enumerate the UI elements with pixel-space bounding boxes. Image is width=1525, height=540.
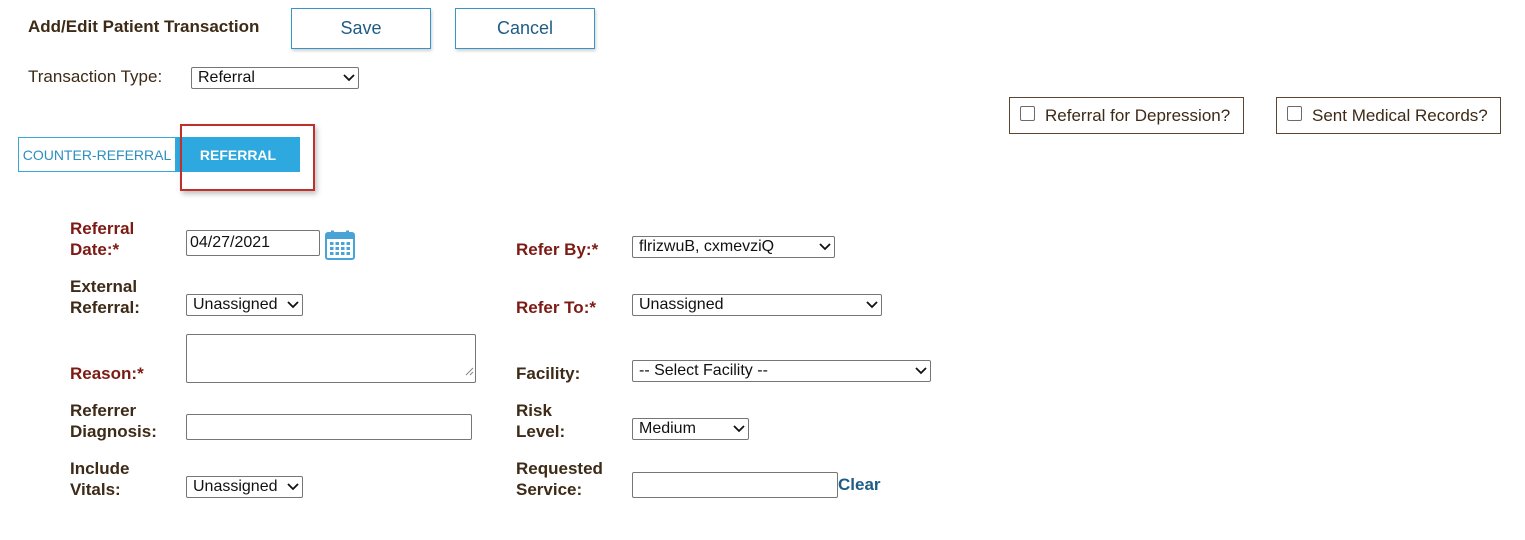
refer-to-value: Unassigned bbox=[639, 296, 724, 313]
transaction-type-value: Referral bbox=[198, 69, 255, 86]
include-vitals-value: Unassigned bbox=[193, 478, 278, 495]
facility-label: Facility: bbox=[516, 364, 581, 383]
sent-medical-records-label: Sent Medical Records? bbox=[1312, 105, 1488, 125]
requested-service-label: Requested Service: bbox=[516, 459, 603, 499]
transaction-type-select[interactable]: Referral bbox=[191, 67, 359, 89]
chevron-down-icon bbox=[284, 295, 302, 315]
referral-date-label: Referral Date:* bbox=[70, 219, 135, 259]
external-referral-select[interactable]: Unassigned bbox=[186, 294, 303, 316]
calendar-icon[interactable] bbox=[325, 230, 355, 260]
external-referral-label: External Referral: bbox=[70, 277, 140, 317]
referral-depression-checkbox[interactable] bbox=[1020, 106, 1035, 121]
tab-highlight-box bbox=[180, 124, 315, 191]
facility-select[interactable]: -- Select Facility -- bbox=[632, 360, 931, 382]
clear-link[interactable]: Clear bbox=[838, 475, 881, 495]
referral-depression-label: Referral for Depression? bbox=[1045, 105, 1231, 125]
external-referral-value: Unassigned bbox=[193, 296, 278, 313]
cancel-button[interactable]: Cancel bbox=[455, 8, 595, 49]
referrer-diagnosis-label: Referrer Diagnosis: bbox=[70, 401, 157, 441]
chevron-down-icon bbox=[340, 68, 358, 88]
chevron-down-icon bbox=[730, 419, 748, 439]
refer-by-value: flrizwuB, cxmevziQ bbox=[639, 238, 775, 255]
tab-counter-referral[interactable]: COUNTER-REFERRAL bbox=[18, 137, 176, 172]
resize-handle-icon[interactable] bbox=[464, 363, 474, 381]
facility-value: -- Select Facility -- bbox=[639, 362, 768, 379]
transaction-type-label: Transaction Type: bbox=[28, 67, 163, 86]
risk-level-select[interactable]: Medium bbox=[632, 418, 749, 440]
chevron-down-icon bbox=[912, 361, 930, 381]
save-button[interactable]: Save bbox=[291, 8, 431, 49]
risk-level-value: Medium bbox=[639, 420, 696, 437]
page-title: Add/Edit Patient Transaction bbox=[28, 17, 260, 36]
referrer-diagnosis-input[interactable] bbox=[186, 414, 472, 440]
chevron-down-icon bbox=[863, 295, 881, 315]
refer-to-label: Refer To:* bbox=[516, 298, 596, 317]
referral-depression-option[interactable]: Referral for Depression? bbox=[1009, 97, 1244, 134]
include-vitals-label: Include Vitals: bbox=[70, 459, 130, 499]
referral-date-input[interactable]: 04/27/2021 bbox=[186, 230, 320, 256]
chevron-down-icon bbox=[816, 237, 834, 257]
reason-label: Reason:* bbox=[70, 364, 144, 383]
include-vitals-select[interactable]: Unassigned bbox=[186, 476, 303, 498]
refer-to-select[interactable]: Unassigned bbox=[632, 294, 882, 316]
reason-textarea[interactable] bbox=[186, 334, 476, 383]
sent-medical-records-option[interactable]: Sent Medical Records? bbox=[1276, 97, 1501, 134]
refer-by-select[interactable]: flrizwuB, cxmevziQ bbox=[632, 236, 835, 258]
requested-service-input[interactable] bbox=[632, 472, 838, 498]
refer-by-label: Refer By:* bbox=[516, 240, 599, 259]
risk-level-label: Risk Level: bbox=[516, 401, 566, 441]
chevron-down-icon bbox=[284, 477, 302, 497]
sent-medical-records-checkbox[interactable] bbox=[1287, 106, 1302, 121]
